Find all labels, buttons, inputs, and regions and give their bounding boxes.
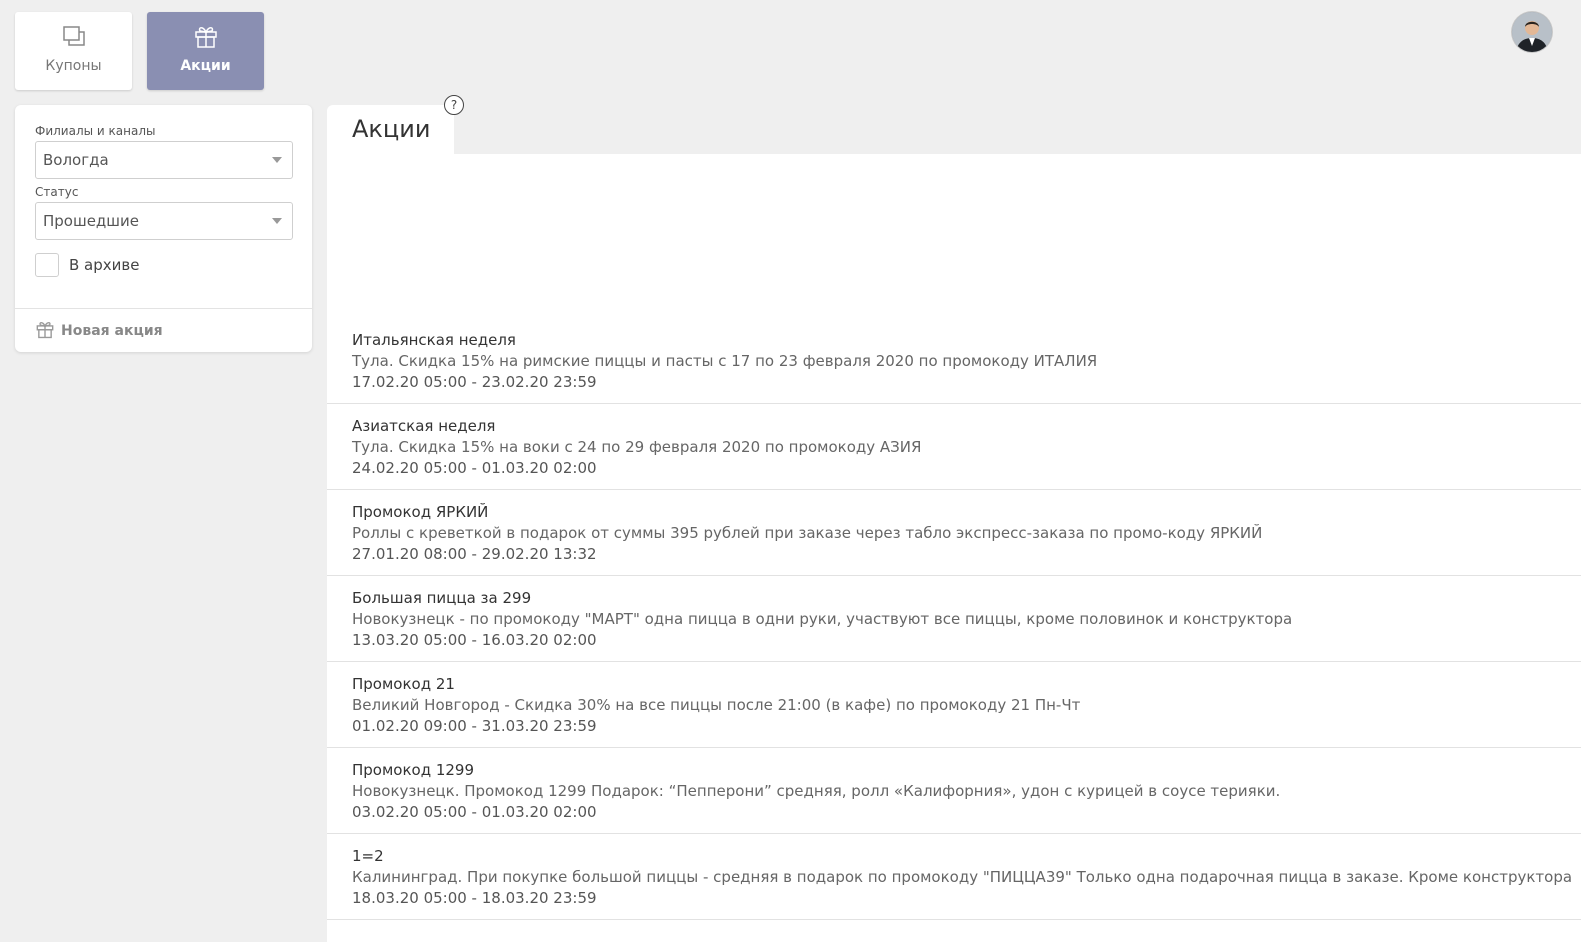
promo-name: Промокод 1299 (352, 761, 475, 779)
tab-promotions-label: Акции (180, 58, 231, 74)
divider (15, 308, 312, 309)
promo-description: Калининград. При покупке большой пиццы -… (352, 868, 1573, 886)
list-item[interactable]: Азиатская неделя Тула. Скидка 15% на вок… (327, 404, 1581, 490)
promo-dates: 13.03.20 05:00 - 16.03.20 02:00 (352, 631, 597, 649)
chevron-down-icon (272, 218, 282, 224)
promo-dates: 18.03.20 05:00 - 18.03.20 23:59 (352, 889, 597, 907)
archive-checkbox[interactable] (35, 253, 59, 277)
promo-name: 1=2 (352, 847, 384, 865)
list-item[interactable]: Итальянская неделя Тула. Скидка 15% на р… (327, 318, 1581, 404)
user-avatar[interactable] (1512, 12, 1552, 52)
archive-label: В архиве (69, 256, 140, 274)
gift-icon (35, 319, 55, 343)
promo-dates: 01.02.20 09:00 - 31.03.20 23:59 (352, 717, 597, 735)
status-label: Статус (35, 185, 79, 199)
promo-name: Промокод ЯРКИЙ (352, 503, 489, 521)
promo-name: Большая пицца за 299 (352, 589, 532, 607)
list-item[interactable]: Промокод 1299 Новокузнецк. Промокод 1299… (327, 748, 1581, 834)
promo-description: Тула. Скидка 15% на воки с 24 по 29 февр… (352, 438, 922, 456)
list-item[interactable]: Промокод 21 Великий Новгород - Скидка 30… (327, 662, 1581, 748)
promo-description: Новокузнецк - по промокоду "МАРТ" одна п… (352, 610, 1293, 628)
promo-description: Новокузнецк. Промокод 1299 Подарок: “Пеп… (352, 782, 1281, 800)
tab-coupons-label: Купоны (45, 58, 102, 74)
branches-select[interactable]: Вологда (35, 141, 293, 179)
promo-description: Роллы с креветкой в подарок от суммы 395… (352, 524, 1263, 542)
branches-label: Филиалы и каналы (35, 124, 156, 138)
list-item[interactable]: Большая пицца за 299 Новокузнецк - по пр… (327, 576, 1581, 662)
promo-dates: 17.02.20 05:00 - 23.02.20 23:59 (352, 373, 597, 391)
tab-promotions[interactable]: Акции (147, 12, 264, 90)
new-promo-label: Новая акция (61, 323, 163, 339)
status-select[interactable]: Прошедшие (35, 202, 293, 240)
filters-panel: Филиалы и каналы Вологда Статус Прошедши… (15, 105, 312, 352)
coupons-icon (60, 22, 88, 50)
chevron-down-icon (272, 157, 282, 163)
gift-icon (192, 22, 220, 50)
promo-name: Промокод 21 (352, 675, 455, 693)
promo-dates: 27.01.20 08:00 - 29.02.20 13:32 (352, 545, 597, 563)
promo-dates: 24.02.20 05:00 - 01.03.20 02:00 (352, 459, 597, 477)
list-item[interactable]: Промокод ЯРКИЙ Роллы с креветкой в подар… (327, 490, 1581, 576)
status-value: Прошедшие (43, 212, 140, 230)
list-item[interactable]: 1=2 Калининград. При покупке большой пиц… (327, 834, 1581, 920)
promo-name: Итальянская неделя (352, 331, 516, 349)
promo-name: Азиатская неделя (352, 417, 496, 435)
tab-coupons[interactable]: Купоны (15, 12, 132, 90)
help-icon[interactable]: ? (444, 95, 464, 115)
promo-description: Тула. Скидка 15% на римские пиццы и паст… (352, 352, 1098, 370)
top-nav: Купоны Акции (15, 12, 264, 90)
promo-list: Итальянская неделя Тула. Скидка 15% на р… (327, 318, 1581, 920)
promo-description: Великий Новгород - Скидка 30% на все пиц… (352, 696, 1081, 714)
branches-value: Вологда (43, 151, 109, 169)
new-promo-button[interactable]: Новая акция (35, 319, 163, 343)
archive-row: В архиве (35, 253, 139, 277)
promo-dates: 03.02.20 05:00 - 01.03.20 02:00 (352, 803, 597, 821)
page-title: Акции (352, 115, 431, 143)
